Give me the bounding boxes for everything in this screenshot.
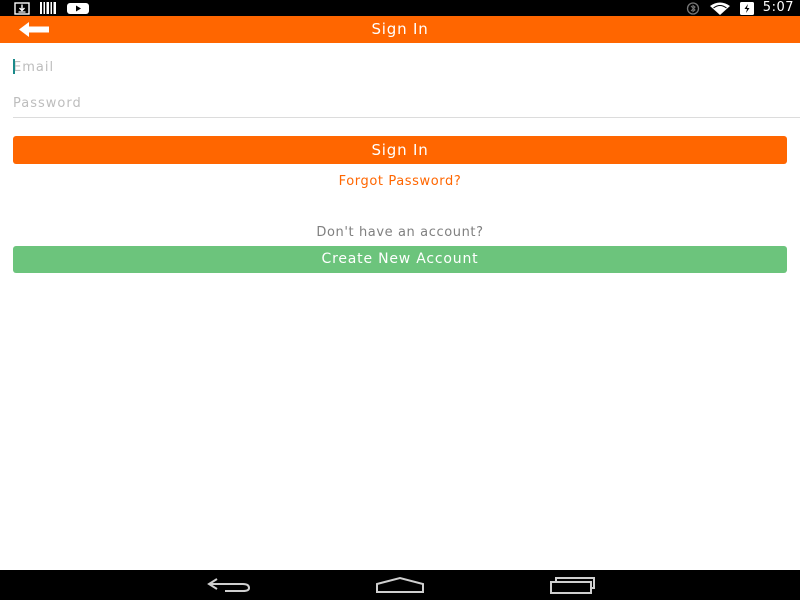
system-nav-bar (0, 570, 800, 600)
home-nav-icon[interactable] (375, 576, 425, 594)
create-account-button[interactable]: Create New Account (13, 246, 787, 273)
email-field[interactable] (13, 52, 800, 82)
forgot-password-link[interactable]: Forgot Password? (0, 174, 800, 189)
sign-in-button[interactable]: Sign In (13, 136, 787, 164)
clock: 5:07 (762, 0, 794, 15)
download-icon (14, 1, 30, 15)
vibrate-icon (686, 1, 699, 15)
password-field[interactable] (13, 88, 800, 118)
back-nav-icon[interactable] (205, 576, 253, 594)
wifi-icon (709, 2, 730, 15)
password-underline (13, 117, 800, 118)
no-account-text: Don't have an account? (316, 225, 484, 240)
battery-charging-icon (739, 1, 754, 15)
text-cursor (13, 59, 15, 74)
status-bar-left (14, 0, 89, 16)
status-bar: 5:07 (0, 0, 800, 16)
app-bar: Sign In (0, 16, 800, 43)
status-bar-right: 5:07 (686, 0, 794, 16)
arrow-left-icon[interactable] (18, 20, 52, 39)
barcode-icon (40, 2, 56, 14)
page-title: Sign In (371, 20, 429, 38)
video-icon (67, 2, 89, 14)
recents-nav-icon[interactable] (548, 576, 596, 594)
